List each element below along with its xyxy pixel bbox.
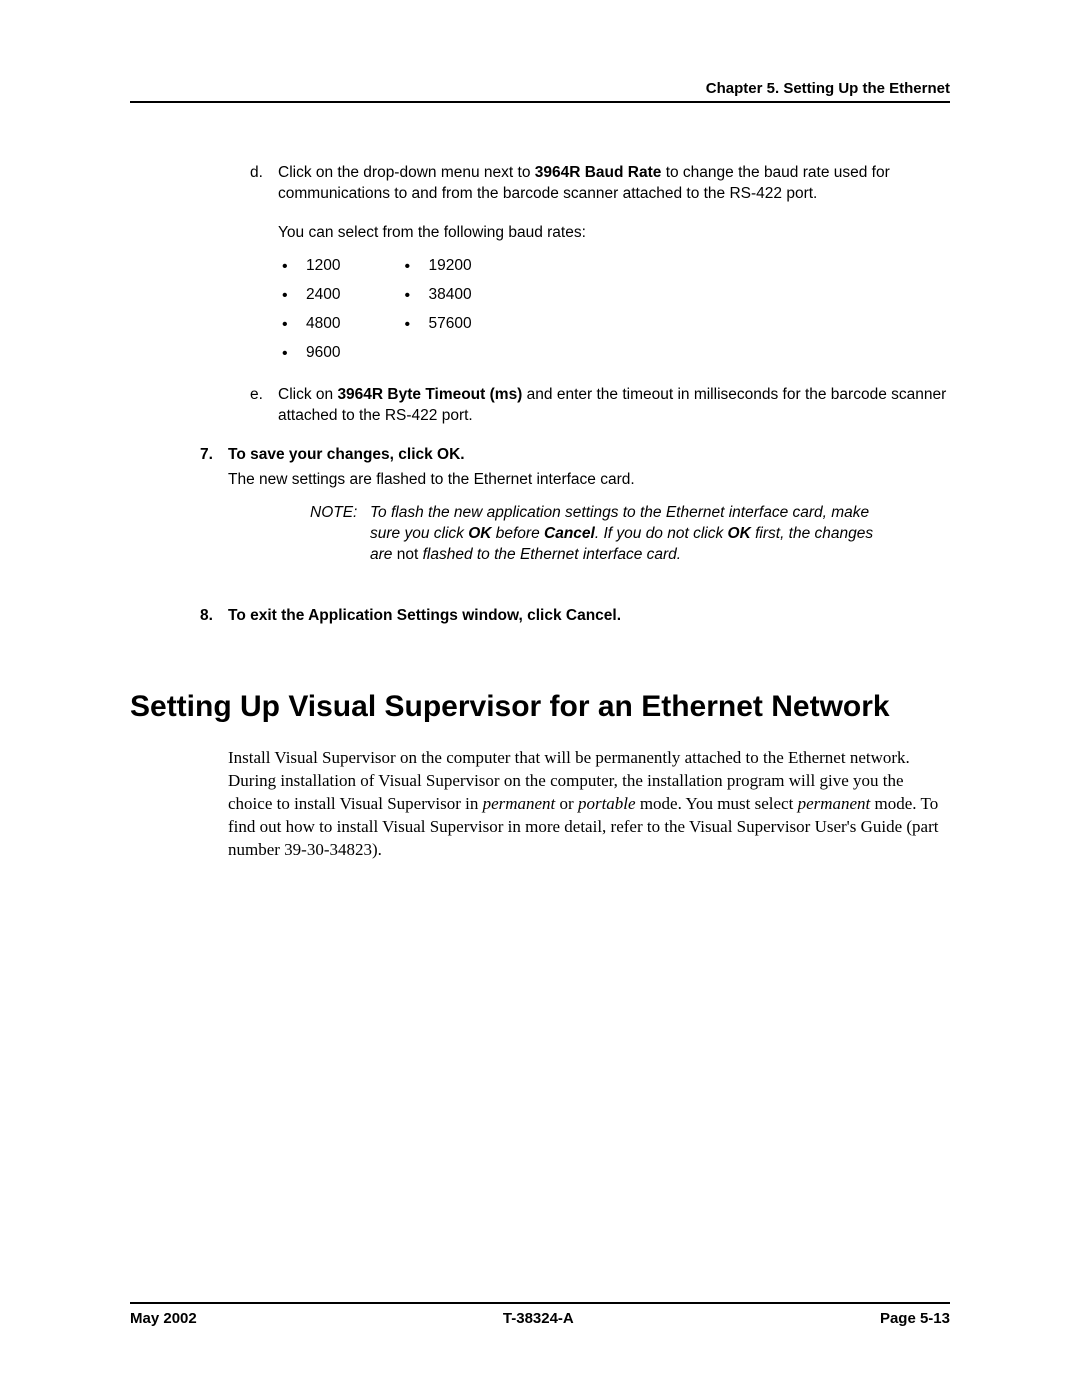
bold-text: 3964R Baud Rate <box>535 164 662 181</box>
baud-rate: 9600 <box>278 339 340 368</box>
baud-rate: 2400 <box>278 281 340 310</box>
list-item-7: 7. To save your changes, click OK. <box>200 445 950 466</box>
list-item-e: e. Click on 3964R Byte Timeout (ms) and … <box>250 385 950 427</box>
marker-8: 8. <box>200 606 228 627</box>
baud-col-2: 19200 38400 57600 <box>400 252 471 368</box>
baud-rate: 57600 <box>400 310 471 339</box>
note-text: To flash the new application settings to… <box>370 503 890 566</box>
document-page: Chapter 5. Setting Up the Ethernet d. Cl… <box>0 0 1080 1397</box>
section-body: Install Visual Supervisor on the compute… <box>228 747 950 862</box>
footer-doc: T-38324-A <box>503 1310 574 1327</box>
page-header: Chapter 5. Setting Up the Ethernet <box>130 80 950 103</box>
text: Click on the drop-down menu next to <box>278 164 535 181</box>
note-block: NOTE: To flash the new application setti… <box>310 503 890 566</box>
plain-text: not <box>397 546 419 563</box>
marker-e: e. <box>250 385 278 427</box>
page-content: d. Click on the drop-down menu next to 3… <box>130 163 950 862</box>
baud-rate-columns: 1200 2400 4800 9600 19200 38400 57600 <box>278 252 950 368</box>
bold-text: OK <box>728 525 751 542</box>
note-label: NOTE: <box>310 503 370 566</box>
text: mode. You must select <box>636 794 798 813</box>
bold-text: OK <box>468 525 491 542</box>
step-7-text: The new settings are flashed to the Ethe… <box>228 470 950 491</box>
text: or <box>555 794 578 813</box>
body-e: Click on 3964R Byte Timeout (ms) and ent… <box>278 385 950 427</box>
footer-date: May 2002 <box>130 1310 197 1327</box>
baud-rate: 19200 <box>400 252 471 281</box>
section-heading: Setting Up Visual Supervisor for an Ethe… <box>130 687 950 728</box>
marker-7: 7. <box>200 445 228 466</box>
page-footer: May 2002 T-38324-A Page 5-13 <box>130 1302 950 1327</box>
text: Click on <box>278 386 337 403</box>
body-8: To exit the Application Settings window,… <box>228 606 950 627</box>
baud-rate: 1200 <box>278 252 340 281</box>
body-7: To save your changes, click OK. <box>228 445 950 466</box>
italic-text: permanent <box>483 794 556 813</box>
italic-text: portable <box>578 794 636 813</box>
bold-text: Cancel <box>544 525 595 542</box>
list-item-8: 8. To exit the Application Settings wind… <box>200 606 950 627</box>
text: flashed to the Ethernet interface card. <box>418 546 681 563</box>
body-d: Click on the drop-down menu next to 3964… <box>278 163 950 205</box>
text: before <box>491 525 544 542</box>
italic-text: permanent <box>798 794 871 813</box>
baud-intro: You can select from the following baud r… <box>278 223 950 244</box>
baud-rate: 4800 <box>278 310 340 339</box>
footer-page: Page 5-13 <box>880 1310 950 1327</box>
bold-text: 3964R Byte Timeout (ms) <box>337 386 522 403</box>
list-item-d: d. Click on the drop-down menu next to 3… <box>250 163 950 205</box>
step-8-heading: To exit the Application Settings window,… <box>228 607 621 624</box>
marker-d: d. <box>250 163 278 205</box>
baud-col-1: 1200 2400 4800 9600 <box>278 252 340 368</box>
step-7-heading: To save your changes, click OK. <box>228 446 465 463</box>
text: . If you do not click <box>595 525 728 542</box>
chapter-title: Chapter 5. Setting Up the Ethernet <box>706 80 950 97</box>
baud-rate: 38400 <box>400 281 471 310</box>
